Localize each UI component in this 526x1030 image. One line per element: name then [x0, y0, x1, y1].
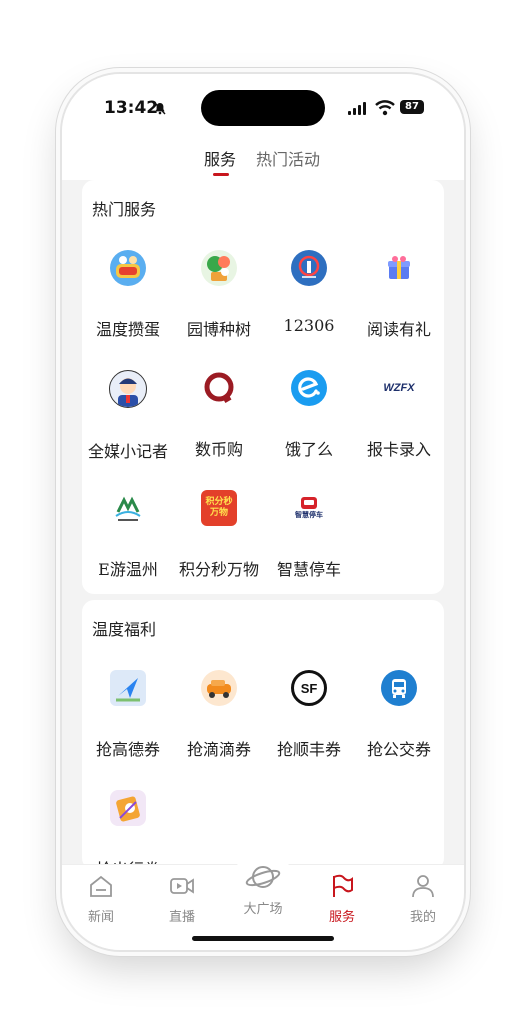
tabbar-item-live[interactable]: 直播 [152, 873, 212, 925]
tabbar-label: 新闻 [87, 910, 114, 925]
service-item-egg[interactable]: 温度攒蛋 [83, 250, 173, 340]
mute-icon [154, 102, 166, 118]
phone-frame: 13:42 87 服务 热门活动 热门服务 温度攒蛋 园博种树 12306 阅读… [62, 74, 464, 950]
service-label: 智慧停车 [276, 560, 341, 579]
tabbar-item-news[interactable]: 新闻 [71, 873, 131, 925]
eleme-icon [291, 370, 327, 406]
wifi-icon [375, 100, 395, 116]
tabbar-label: 直播 [168, 910, 195, 925]
dynamic-island [201, 90, 325, 126]
tab-service[interactable]: 服务 [204, 146, 236, 170]
home-indicator [192, 936, 334, 941]
cellular-signal-icon [348, 102, 366, 115]
hot-services-card: 热门服务 温度攒蛋 园博种树 12306 阅读有礼 全媒小记者 数币购 饿了么 … [82, 180, 444, 594]
section-title: 温度福利 [92, 620, 157, 639]
e-tour-icon [110, 490, 146, 526]
service-item-smart-parking[interactable]: 智慧停车 智慧停车 [264, 490, 354, 580]
benefit-item-sf[interactable]: SF 抢顺丰券 [264, 670, 354, 760]
service-label: 温度攒蛋 [95, 320, 160, 339]
benefit-label: 抢公交券 [366, 740, 431, 759]
service-label: 饿了么 [284, 440, 333, 459]
profile-icon [412, 875, 434, 898]
tab-hot-activities[interactable]: 热门活动 [256, 146, 320, 170]
tabbar-label: 大广场 [243, 902, 283, 917]
service-item-points[interactable]: 积分秒万物 积分秒万物 [174, 490, 264, 580]
service-item-card-entry[interactable]: WZFX 报卡录入 [354, 370, 444, 460]
sf-express-icon: SF [291, 670, 327, 706]
travel-icon [110, 790, 146, 826]
service-item-eleme[interactable]: 饿了么 [264, 370, 354, 460]
benefit-label: 抢滴滴券 [186, 740, 251, 759]
service-item-kid-reporter[interactable]: 全媒小记者 [83, 370, 173, 462]
benefit-item-bus[interactable]: 抢公交券 [354, 670, 444, 760]
service-label: 阅读有礼 [366, 320, 431, 339]
benefits-card: 温度福利 抢高德券 抢滴滴券 SF 抢顺丰券 抢公交券 [82, 600, 444, 879]
tabbar-label: 我的 [409, 910, 436, 925]
active-tab-indicator [213, 173, 229, 176]
status-bar: 13:42 87 [62, 74, 464, 136]
service-item-12306[interactable]: 12306 [264, 250, 354, 335]
tabbar-item-profile[interactable]: 我的 [393, 873, 453, 925]
kid-reporter-icon [109, 370, 147, 408]
points-icon: 积分秒万物 [201, 490, 237, 526]
tabbar-label: 服务 [328, 910, 355, 925]
benefit-item-didi[interactable]: 抢滴滴券 [174, 670, 264, 760]
service-label: E游温州 [98, 560, 158, 579]
tabbar-item-service[interactable]: 服务 [312, 873, 372, 925]
railway-icon [291, 250, 327, 286]
service-label: 园博种树 [186, 320, 251, 339]
service-label: 12306 [283, 316, 335, 335]
news-icon [90, 875, 112, 897]
status-time: 13:42 [104, 98, 159, 118]
top-tabs: 服务 热门活动 [62, 136, 464, 180]
tree-planting-icon [201, 250, 237, 286]
digital-currency-icon [201, 370, 237, 406]
planet-icon [245, 866, 281, 888]
amap-icon [110, 670, 146, 706]
tabbar-item-plaza[interactable]: 大广场 [233, 859, 293, 917]
service-label: 全媒小记者 [87, 442, 168, 461]
service-label: 数币购 [194, 440, 243, 459]
egg-game-icon [110, 250, 146, 286]
service-item-reading-gift[interactable]: 阅读有礼 [354, 250, 444, 340]
benefit-label: 抢高德券 [95, 740, 160, 759]
benefit-item-amap[interactable]: 抢高德券 [83, 670, 173, 760]
service-flag-icon [333, 874, 353, 897]
battery-icon: 87 [400, 100, 424, 114]
section-title: 热门服务 [92, 200, 157, 219]
didi-icon [201, 670, 237, 706]
benefit-label: 抢顺丰券 [276, 740, 341, 759]
wzfx-icon: WZFX [374, 370, 424, 406]
live-icon [170, 878, 194, 894]
service-label: 报卡录入 [366, 440, 431, 459]
service-label: 积分秒万物 [178, 560, 259, 579]
smart-parking-icon: 智慧停车 [291, 490, 327, 526]
service-item-tree[interactable]: 园博种树 [174, 250, 264, 340]
bus-icon [381, 670, 417, 706]
gift-box-icon [381, 250, 417, 286]
service-item-digital-currency[interactable]: 数币购 [174, 370, 264, 460]
service-item-e-tour[interactable]: E游温州 [83, 490, 173, 580]
